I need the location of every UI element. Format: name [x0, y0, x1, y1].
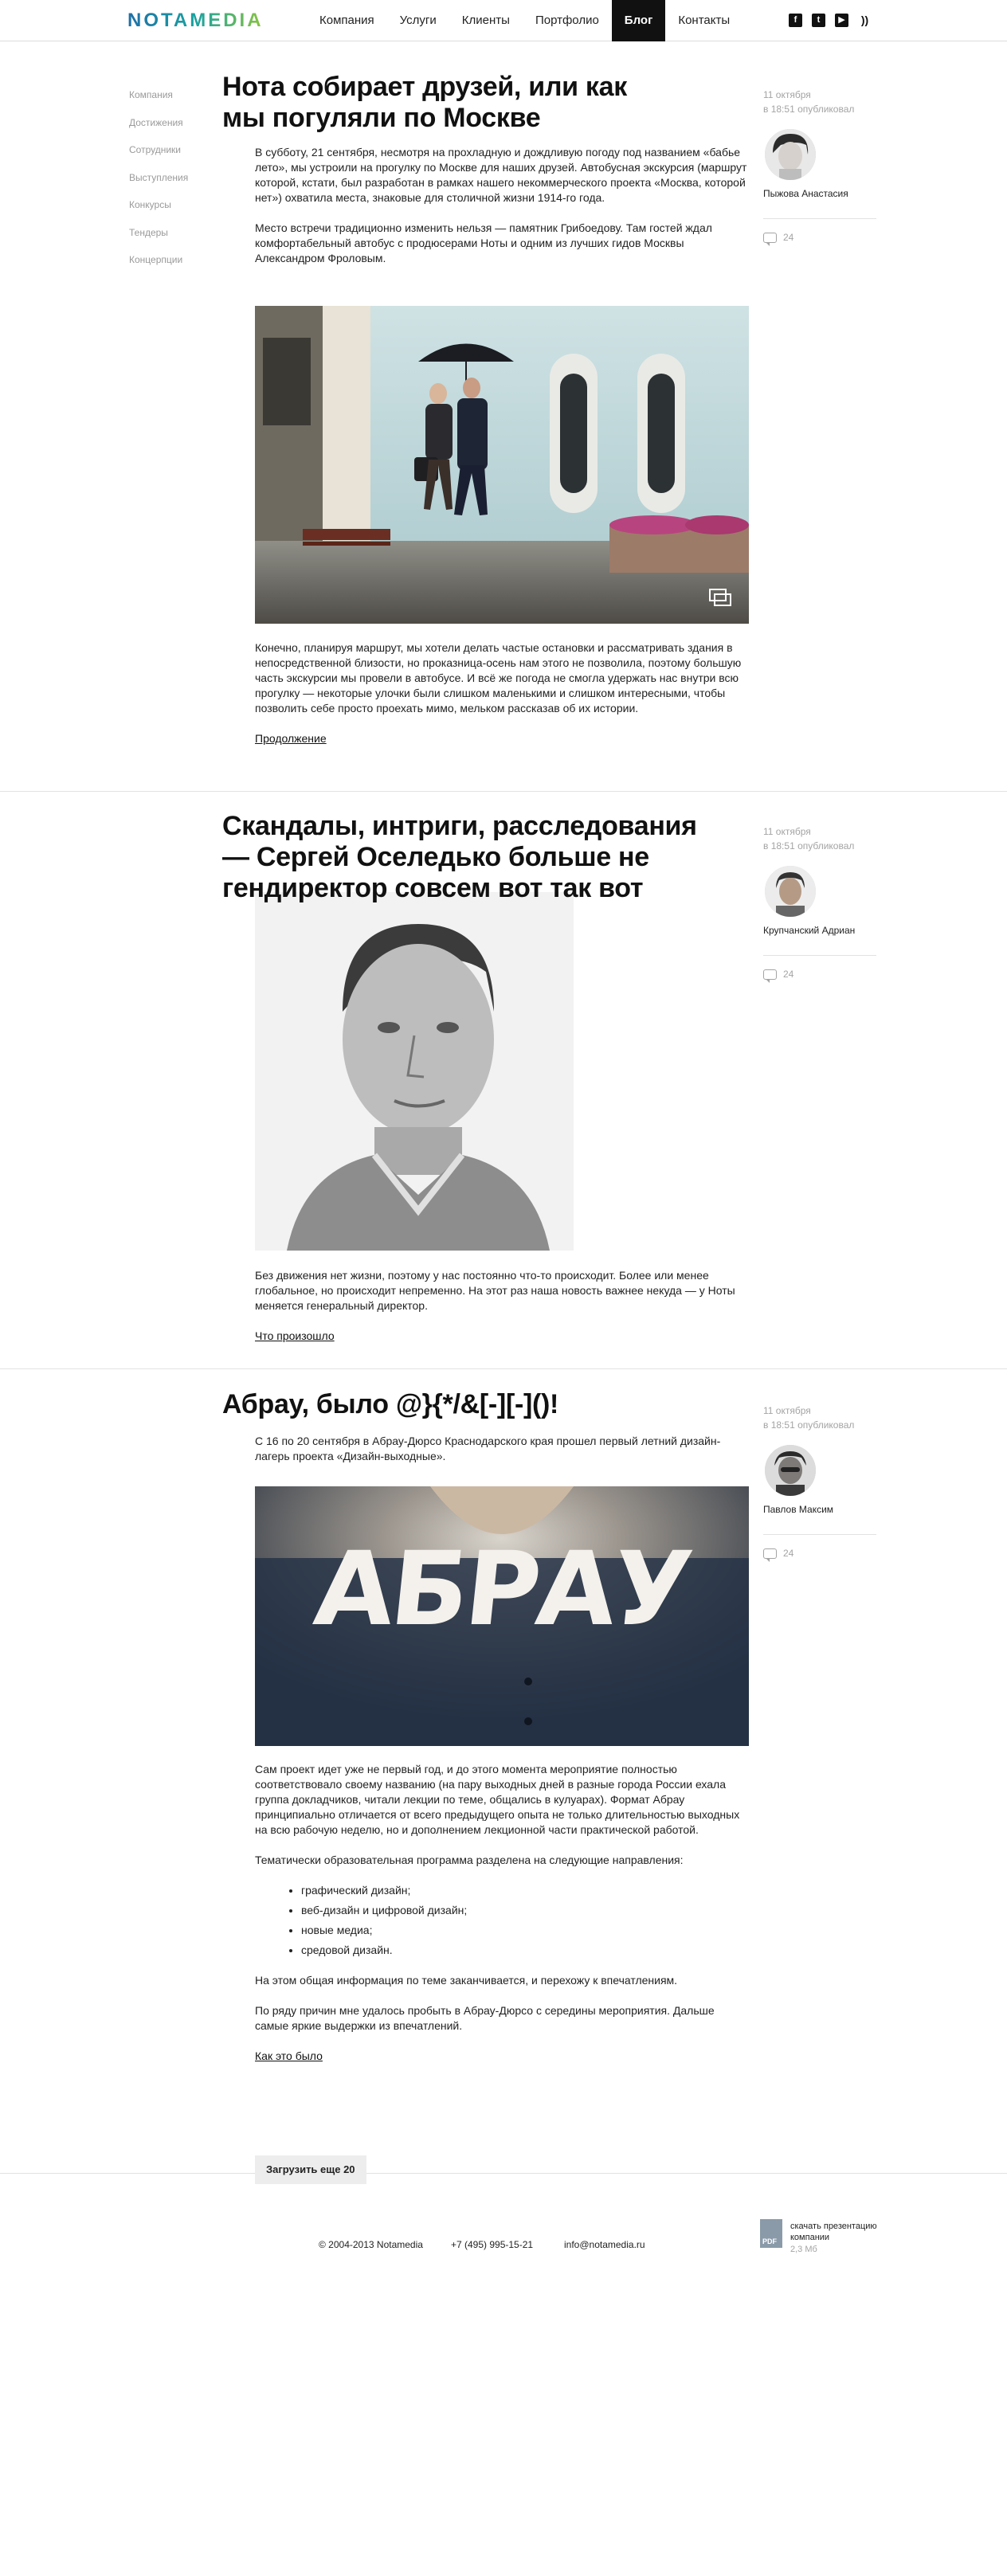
main-nav: Компания Услуги Клиенты Портфолио Блог К…: [307, 0, 743, 41]
post-lead: С 16 по 20 сентября в Абрау-Дюрсо Красно…: [255, 1434, 749, 1479]
meta-divider: [763, 955, 876, 956]
nav-item-services[interactable]: Услуги: [387, 0, 449, 41]
footer-copyright: © 2004-2013 Notamedia: [319, 2239, 423, 2250]
read-more-link[interactable]: Что произошло: [255, 1329, 335, 1342]
man-portrait-illustration: [255, 892, 574, 1251]
comments-count[interactable]: 24: [763, 1548, 876, 1562]
gallery-icon[interactable]: [709, 589, 733, 608]
abrau-photo-lettering: АБРАУ: [309, 1530, 695, 1649]
site-header: NOTAMEDIA Компания Услуги Клиенты Портфо…: [0, 0, 1007, 41]
comments-number: 24: [783, 1548, 794, 1559]
post-date: 11 октября: [763, 826, 811, 837]
notamedia-logo[interactable]: NOTAMEDIA: [127, 10, 264, 32]
avatar[interactable]: [765, 866, 816, 917]
file-size: 2,3 Мб: [790, 2245, 817, 2254]
side-nav-staff[interactable]: Сотрудники: [129, 144, 188, 172]
post-paragraph: В субботу, 21 сентября, несмотря на прох…: [255, 146, 747, 204]
author-portrait: [765, 866, 816, 917]
author-name[interactable]: Пыжова Анастасия: [763, 188, 876, 199]
nav-item-company[interactable]: Компания: [307, 0, 387, 41]
post-paragraph: Место встречи традиционно изменить нельз…: [255, 221, 712, 264]
comments-number: 24: [783, 232, 794, 243]
side-nav: Компания Достижения Сотрудники Выступлен…: [129, 89, 188, 282]
post-photo-rainy-street[interactable]: [255, 306, 749, 624]
author-name[interactable]: Павлов Максим: [763, 1504, 876, 1515]
side-nav-tenders[interactable]: Тендеры: [129, 227, 188, 255]
list-item: веб-дизайн и цифровой дизайн;: [301, 1903, 749, 1918]
side-nav-concepts[interactable]: Концерпции: [129, 254, 188, 282]
facebook-icon[interactable]: f: [789, 14, 802, 27]
post-published: в 18:51 опубликовал: [763, 1419, 855, 1431]
side-nav-achievements[interactable]: Достижения: [129, 117, 188, 145]
post-published: в 18:51 опубликовал: [763, 104, 855, 115]
post-paragraph: Конечно, планируя маршрут, мы хотели дел…: [255, 641, 742, 714]
comments-number: 24: [783, 969, 794, 980]
post-photo-portrait[interactable]: [255, 892, 574, 1251]
post-title[interactable]: Абрау, было @}{*/&[-][-]()!: [222, 1389, 716, 1420]
comments-count[interactable]: 24: [763, 232, 876, 246]
list-item: графический дизайн;: [301, 1883, 749, 1898]
post-date: 11 октября: [763, 1405, 811, 1416]
post-meta: 11 октября в 18:51 опубликовал Пыжова Ан…: [763, 88, 876, 246]
list-item: новые медиа;: [301, 1923, 749, 1938]
rainy-street-illustration: [255, 306, 749, 624]
rss-icon[interactable]: )): [858, 14, 872, 27]
post-continuation: Конечно, планируя маршрут, мы хотели дел…: [255, 640, 749, 746]
footer-email[interactable]: info@notamedia.ru: [564, 2239, 645, 2250]
comment-icon: [763, 232, 777, 246]
pdf-icon: PDF: [760, 2219, 782, 2248]
read-more-link[interactable]: Продолжение: [255, 732, 327, 745]
post-paragraph: По ряду причин мне удалось пробыть в Абр…: [255, 2004, 715, 2032]
footer-phone[interactable]: +7 (495) 995-15-21: [451, 2239, 533, 2250]
side-nav-company[interactable]: Компания: [129, 89, 188, 117]
nav-item-contacts[interactable]: Контакты: [665, 0, 743, 41]
comments-count[interactable]: 24: [763, 969, 876, 983]
author-portrait: [765, 1445, 816, 1496]
post-paragraph: С 16 по 20 сентября в Абрау-Дюрсо Красно…: [255, 1435, 721, 1462]
post-divider: [0, 791, 1007, 792]
read-more-link[interactable]: Как это было: [255, 2049, 323, 2062]
post-paragraph: Тематически образовательная программа ра…: [255, 1854, 684, 1866]
load-more-button[interactable]: Загрузить еще 20: [255, 2155, 366, 2184]
post-published: в 18:51 опубликовал: [763, 840, 855, 851]
twitter-icon[interactable]: t: [812, 14, 825, 27]
avatar[interactable]: [765, 1445, 816, 1496]
post-meta: 11 октября в 18:51 опубликовал Павлов Ма…: [763, 1403, 876, 1562]
avatar[interactable]: [765, 129, 816, 180]
side-nav-contests[interactable]: Конкурсы: [129, 199, 188, 227]
post-continuation: Сам проект идет уже не первый год, и до …: [255, 1762, 749, 2064]
youtube-icon[interactable]: ▶: [835, 14, 848, 27]
post-title[interactable]: Скандалы, интриги, расследования — Серге…: [222, 811, 716, 904]
post-lead: В субботу, 21 сентября, несмотря на прох…: [255, 145, 749, 281]
comment-icon: [763, 969, 777, 983]
list-item: средовой дизайн.: [301, 1943, 749, 1958]
nav-item-portfolio[interactable]: Портфолио: [523, 0, 612, 41]
author-portrait: [765, 129, 816, 180]
directions-list: графический дизайн; веб-дизайн и цифрово…: [301, 1883, 749, 1958]
nav-item-clients[interactable]: Клиенты: [449, 0, 523, 41]
download-presentation-label[interactable]: скачать презентацию компании: [790, 2221, 887, 2243]
social-links: f t ▶ )): [789, 14, 872, 27]
post-title[interactable]: Нота собирает друзей, или как мы погулял…: [222, 72, 668, 134]
post-meta: 11 октября в 18:51 опубликовал Крупчанск…: [763, 824, 876, 983]
post-divider: [0, 2173, 1007, 2174]
post-lead: Без движения нет жизни, поэтому у нас по…: [255, 1268, 749, 1344]
post-paragraph: Без движения нет жизни, поэтому у нас по…: [255, 1269, 735, 1312]
post-date: 11 октября: [763, 89, 811, 100]
post-paragraph: На этом общая информация по теме заканчи…: [255, 1974, 678, 1987]
post-paragraph: Сам проект идет уже не первый год, и до …: [255, 1763, 740, 1836]
meta-divider: [763, 1534, 876, 1535]
side-nav-talks[interactable]: Выступления: [129, 172, 188, 200]
nav-item-blog[interactable]: Блог: [611, 0, 666, 41]
post-divider: [0, 1368, 1007, 1369]
download-presentation[interactable]: PDF скачать презентацию компании 2,3 Мб: [760, 2219, 887, 2267]
meta-divider: [763, 218, 876, 219]
post-photo-abrau[interactable]: АБРАУ: [255, 1486, 749, 1746]
author-name[interactable]: Крупчанский Адриан: [763, 925, 876, 936]
comment-icon: [763, 1548, 777, 1562]
